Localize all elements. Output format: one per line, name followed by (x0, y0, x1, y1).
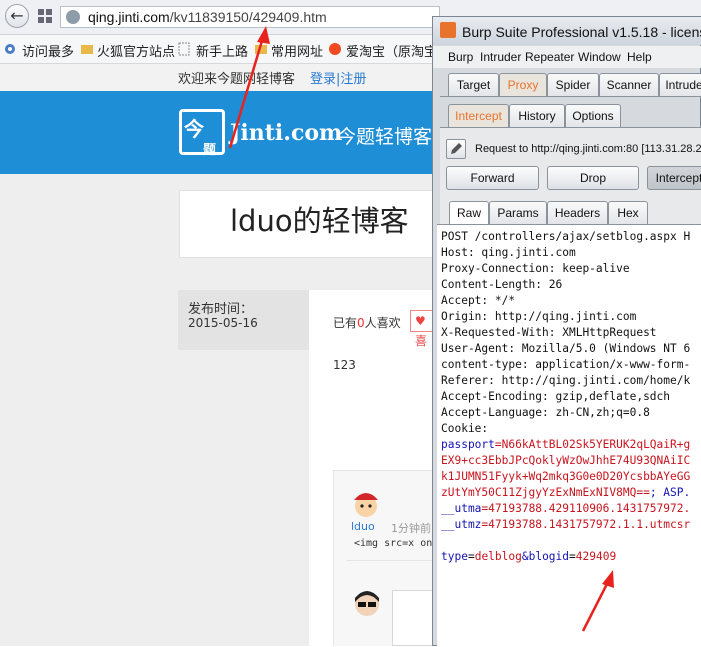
page-icon (178, 42, 190, 56)
request-header: Cookie: (441, 422, 489, 435)
drop-button[interactable]: Drop (547, 166, 639, 190)
request-header: Proxy-Connection: keep-alive (441, 262, 630, 275)
cookie-line: __utma=47193788.429110906.1431757972. (441, 501, 690, 517)
post-body: 123 (333, 358, 356, 372)
publish-date: 2015-05-16 (188, 316, 258, 330)
logo-char-jin: 今 (184, 117, 204, 141)
avatar[interactable] (352, 588, 382, 620)
url-host: qing.jinti.com (88, 9, 170, 25)
likes-count-text: 已有0人喜欢 (333, 314, 401, 331)
logo-char-ti: 题 (203, 143, 217, 158)
bookmark-firefox-site[interactable]: 火狐官方站点 (97, 41, 175, 60)
tab-scanner[interactable]: Scanner (599, 73, 659, 96)
request-header: User-Agent: Mozilla/5.0 (Windows NT 6 (441, 342, 691, 355)
intercept-toggle-button[interactable]: Intercept (647, 166, 701, 190)
burp-logo-icon (440, 22, 456, 38)
tab-strip-line (440, 96, 701, 97)
cookie-key: ; ASP. (649, 486, 691, 499)
cookie-key: __utmz (441, 518, 482, 531)
request-header: Content-Length: 26 (441, 278, 563, 291)
tab-hex[interactable]: Hex (608, 201, 648, 224)
cookie-line: __utmz=47193788.1431757972.1.1.utmcsr (441, 517, 690, 533)
blog-title: lduo的轻博客 (230, 204, 409, 238)
likes-count: 0 (357, 316, 365, 330)
tab-spider[interactable]: Spider (547, 73, 599, 96)
burp-window-title: Burp Suite Professional v1.5.18 - licens… (462, 24, 701, 40)
menu-help[interactable]: Help (627, 50, 652, 64)
request-line: POST /controllers/ajax/setblog.aspx H (441, 230, 691, 243)
request-header: X-Requested-With: XMLHttpRequest (441, 326, 657, 339)
tab-raw[interactable]: Raw (449, 201, 489, 224)
forward-button[interactable]: Forward (446, 166, 539, 190)
request-header: Accept-Language: zh-CN,zh;q=0.8 (441, 406, 650, 419)
body-param-value: delblog (474, 550, 522, 563)
cookie-key: __utma (441, 502, 482, 515)
avatar[interactable] (351, 488, 381, 518)
cookie-value: =N66kAttBL02Sk5YERUK2qLQaiR+g (494, 438, 691, 451)
request-header: Accept: */* (441, 294, 516, 307)
cookie-line: passport=N66kAttBL02Sk5YERUK2qLQaiR+g (441, 437, 690, 453)
tab-history[interactable]: History (509, 104, 565, 127)
request-header: content-type: application/x-www-form- (441, 358, 691, 371)
likes-prefix: 已有 (333, 316, 358, 330)
tab-intercept[interactable]: Intercept (448, 104, 509, 127)
comment-username[interactable]: lduo (351, 520, 375, 533)
cookie-line: zUtYmY50C11ZjgyYzExNmExNIV8MQ==; ASP. (441, 485, 690, 501)
cookie-line: EX9+cc3EbbJPcQoklyWzOwJhhE74U93QNAiIC (441, 453, 690, 469)
tab-proxy[interactable]: Proxy (499, 73, 547, 96)
request-header: Origin: http://qing.jinti.com (441, 310, 637, 323)
cookie-value: =47193788.429110906.1431757972. (481, 502, 691, 515)
login-register-link[interactable]: 登录|注册 (310, 68, 366, 87)
folder-icon (81, 45, 93, 54)
folder-icon (255, 45, 267, 54)
tab-headers[interactable]: Headers (547, 201, 608, 224)
site-name: Jinti.com (230, 120, 343, 146)
blogid-value: 429409 (575, 550, 617, 563)
gear-icon (5, 44, 15, 54)
likes-suffix: 人喜欢 (364, 316, 401, 330)
globe-icon (66, 10, 80, 24)
taobao-icon (329, 43, 341, 55)
tab-target[interactable]: Target (448, 73, 499, 96)
cookie-value: =47193788.1431757972.1.1.utmcsr (481, 518, 691, 531)
back-arrow-icon: ← (10, 6, 24, 25)
cookie-line: k1JUMN51Fyyk+Wq2mkq3G0e0D20YcsbbAYeGG (441, 469, 690, 485)
comment-text: <img src=x on (354, 538, 433, 549)
cookie-value: k1JUMN51Fyyk+Wq2mkq3G0e0D20YcsbbAYeGG (441, 470, 691, 483)
welcome-text: 欢迎来今题网轻博客 (178, 72, 296, 87)
url-text[interactable]: qing.jinti.com/kv11839150/429409.htm (88, 9, 327, 25)
cookie-key: passport (441, 438, 495, 451)
bookmark-common-sites[interactable]: 常用网址 (271, 41, 323, 60)
comment-divider (347, 560, 440, 561)
apps-grid-icon[interactable] (38, 9, 52, 23)
menu-window[interactable]: Window (578, 50, 621, 64)
tab-params[interactable]: Params (489, 201, 547, 224)
request-body: type=delblog&blogid=429409 (441, 550, 617, 563)
body-param-key: type (441, 550, 468, 563)
bookmark-most-visited[interactable]: 访问最多 (22, 41, 74, 60)
request-header: Accept-Encoding: gzip,deflate,sdch (441, 390, 671, 403)
site-slogan: 今题轻博客 (337, 126, 433, 148)
cookie-value: EX9+cc3EbbJPcQoklyWzOwJhhE74U93QNAiIC (441, 454, 691, 467)
request-header: Host: qing.jinti.com (441, 246, 576, 259)
comment-time: 1分钟前 (391, 522, 431, 535)
tab-intruder[interactable]: Intrude (659, 73, 701, 96)
back-button[interactable]: ← (5, 4, 29, 28)
cookie-value: zUtYmY50C11ZjgyYzExNmExNIV8MQ== (441, 486, 650, 499)
publish-label: 发布时间： (188, 302, 254, 317)
url-path: /kv11839150/429409.htm (169, 9, 327, 25)
menu-burp[interactable]: Burp (448, 50, 473, 64)
tab-options[interactable]: Options (565, 104, 621, 127)
request-header: Referer: http://qing.jinti.com/home/k (441, 374, 691, 387)
pencil-icon[interactable] (446, 139, 466, 159)
bookmark-getting-started[interactable]: 新手上路 (196, 41, 248, 60)
menu-intruder[interactable]: Intruder (480, 50, 521, 64)
request-target-info: Request to http://qing.jinti.com:80 [113… (475, 143, 701, 155)
menu-repeater[interactable]: Repeater (525, 50, 574, 64)
body-param-key: &blogid (521, 550, 570, 563)
bookmark-taobao[interactable]: 爱淘宝（原淘宝 (346, 41, 437, 60)
